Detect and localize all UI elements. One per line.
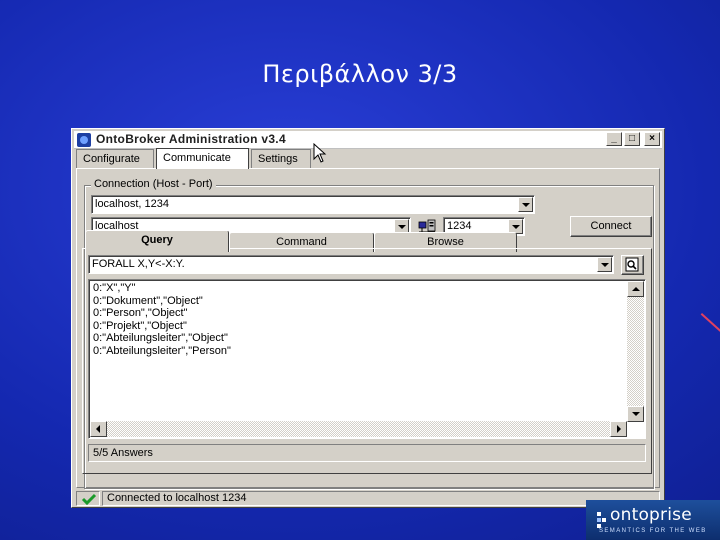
connection-history-combo[interactable]: localhost, 1234 [91,195,535,214]
list-item[interactable]: 0:"Abteilungsleiter","Person" [90,345,231,358]
horizontal-scrollbar[interactable] [90,421,627,437]
scroll-up-icon[interactable] [627,281,644,297]
query-input[interactable]: FORALL X,Y<-X:Y. [88,255,614,274]
app-window: OntoBroker Administration v3.4 _ □ × Con… [71,128,665,508]
list-item[interactable]: 0:"Abteilungsleiter","Object" [90,332,231,345]
query-input-value: FORALL X,Y<-X:Y. [92,258,185,270]
status-icon-box [76,491,100,506]
communicate-panel: Connection (Host - Port) localhost, 1234… [76,168,660,489]
run-query-icon [625,257,639,272]
status-text: Connected to localhost 1234 [102,491,660,506]
connection-legend: Connection (Host - Port) [91,178,216,190]
window-title: OntoBroker Administration v3.4 [96,132,286,146]
scroll-left-icon[interactable] [90,421,107,437]
chevron-down-icon[interactable] [518,197,533,212]
check-icon [81,493,97,505]
port-value: 1234 [447,220,472,232]
tab-settings[interactable]: Settings [251,149,311,168]
list-item[interactable]: 0:"Projekt","Object" [90,320,231,333]
app-icon [77,133,91,147]
status-bar: Connected to localhost 1234 [76,491,660,506]
list-item[interactable]: 0:"Dokument","Object" [90,295,231,308]
ontoprise-logo: ontoprise SEMANTICS FOR THE WEB [586,500,720,540]
subtab-query[interactable]: Query [85,230,229,252]
slide-title: Περιβάλλον 3/3 [262,60,458,88]
result-lines: 0:"X","Y" 0:"Dokument","Object" 0:"Perso… [90,282,231,357]
logo-name: ontoprise [610,505,692,525]
maximize-button[interactable]: □ [624,132,640,146]
close-button[interactable]: × [644,132,660,146]
vertical-scrollbar[interactable] [627,281,644,422]
list-item[interactable]: 0:"X","Y" [90,282,231,295]
run-query-button[interactable] [621,255,644,275]
mouse-cursor-icon [313,143,327,163]
title-bar[interactable]: OntoBroker Administration v3.4 _ □ × [74,131,662,149]
tab-configurate[interactable]: Configurate [76,149,154,168]
logo-tagline: SEMANTICS FOR THE WEB [599,528,707,534]
answers-count: 5/5 Answers [88,444,646,462]
chevron-down-icon[interactable] [597,257,612,272]
decorative-line [700,313,720,333]
query-panel: FORALL X,Y<-X:Y. 0:"X","Y" 0:"Dokument",… [82,248,652,474]
query-results-list[interactable]: 0:"X","Y" 0:"Dokument","Object" 0:"Perso… [88,279,646,439]
scroll-right-icon[interactable] [610,421,627,437]
scroll-down-icon[interactable] [627,406,644,422]
tab-communicate[interactable]: Communicate [156,148,249,169]
list-item[interactable]: 0:"Person","Object" [90,307,231,320]
connect-button[interactable]: Connect [570,216,652,237]
minimize-button[interactable]: _ [606,132,622,146]
connection-history-value: localhost, 1234 [95,198,169,210]
check-mark [81,493,97,505]
